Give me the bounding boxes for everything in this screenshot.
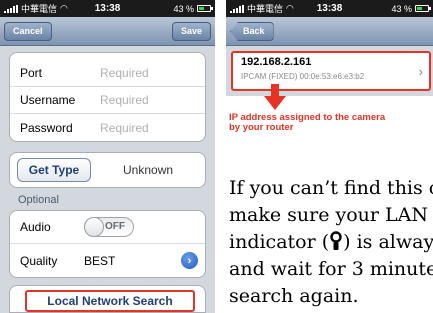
- username-field[interactable]: Required: [100, 93, 149, 107]
- instruction-line-3-start: indicator (: [229, 231, 330, 253]
- search-group: Local Network Search: [9, 285, 206, 313]
- camera-settings-screen: 中華電信 ◠ 13:38 43 % Cancel Save Port Requi…: [0, 0, 215, 313]
- quality-value: BEST: [84, 253, 116, 268]
- chevron-right-icon: ›: [418, 64, 423, 79]
- port-label: Port: [20, 65, 43, 80]
- camera-mac-subtitle: IPCAM (FIXED) 00:0e:53:e6:e3:b2: [241, 72, 365, 81]
- optional-section-label: Optional: [18, 194, 59, 206]
- status-bar: 中華電信 ◠ 13:38 43 %: [226, 0, 433, 17]
- instruction-text: If you can’t find this camera, make sure…: [229, 175, 433, 310]
- camera-type-group: Get Type Unknown: [9, 152, 206, 188]
- battery-icon: [415, 5, 431, 12]
- audio-label: Audio: [20, 220, 51, 234]
- instruction-line-3-end: ) is always on: [343, 231, 433, 253]
- toggle-knob: [84, 217, 104, 237]
- instruction-line-4: and wait for 3 minutes to: [229, 258, 433, 280]
- port-row[interactable]: Port Required: [10, 53, 205, 87]
- instruction-line-3: indicator ( ) is always on: [229, 229, 433, 256]
- disclosure-icon[interactable]: ›: [181, 252, 198, 269]
- ip-caption: IP address assigned to the camera by you…: [229, 113, 385, 133]
- instruction-line-2: make sure your LAN: [229, 204, 428, 226]
- camera-type-value: Unknown: [123, 163, 174, 177]
- down-arrow-icon: [264, 84, 286, 110]
- port-field[interactable]: Required: [100, 66, 149, 80]
- status-bar: 中華電信 ◠ 13:38 43 %: [0, 0, 215, 17]
- power-icon: [330, 231, 342, 250]
- cancel-button[interactable]: Cancel: [4, 22, 52, 41]
- battery-percent: 43 %: [391, 3, 412, 14]
- password-label: Password: [20, 120, 73, 135]
- battery-icon: [197, 5, 213, 12]
- audio-row: Audio OFF: [10, 211, 205, 244]
- instruction-line-5: search again.: [229, 285, 359, 307]
- back-button[interactable]: Back: [230, 22, 274, 41]
- save-button[interactable]: Save: [171, 22, 211, 41]
- nav-bar: Cancel Save: [0, 17, 215, 46]
- ip-address: 192.168.2.161: [241, 56, 312, 68]
- username-row[interactable]: Username Required: [10, 87, 205, 114]
- password-row[interactable]: Password Required: [10, 114, 205, 141]
- local-network-search-button[interactable]: Local Network Search: [25, 290, 195, 312]
- caption-line-2: by your router: [229, 122, 294, 133]
- audio-toggle[interactable]: OFF: [84, 217, 134, 237]
- camera-result-cell[interactable]: 192.168.2.161 IPCAM (FIXED) 00:0e:53:e6:…: [231, 51, 431, 91]
- password-field[interactable]: Required: [100, 121, 149, 135]
- quality-label: Quality: [20, 253, 58, 268]
- username-label: Username: [20, 93, 76, 107]
- credentials-group: Port Required Username Required Password…: [9, 52, 206, 142]
- search-results-screen: 中華電信 ◠ 13:38 43 % Back 192.168.2.161 IPC…: [226, 0, 433, 96]
- optional-group: Audio OFF Quality BEST ›: [9, 210, 206, 278]
- instruction-line-1: If you can’t find this camera,: [229, 177, 433, 199]
- quality-row[interactable]: Quality BEST ›: [10, 244, 205, 277]
- get-type-button[interactable]: Get Type: [17, 158, 91, 182]
- nav-bar: Back: [226, 17, 433, 46]
- battery-percent: 43 %: [173, 3, 194, 14]
- audio-toggle-state: OFF: [105, 221, 125, 232]
